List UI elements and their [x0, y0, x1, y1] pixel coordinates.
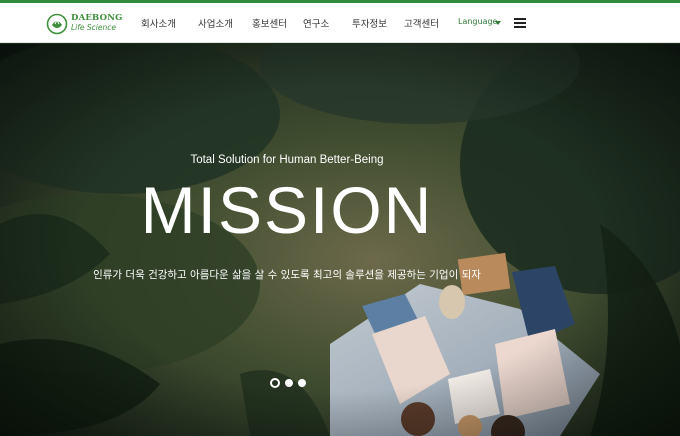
language-selector[interactable]: Language	[458, 17, 497, 26]
nav-item-company[interactable]: 회사소개	[141, 16, 176, 30]
logo-wordmark: DAEBONG	[71, 13, 123, 23]
hero-description: 인류가 더욱 건강하고 아름다운 삶을 살 수 있도록 최고의 솔루션을 제공하…	[93, 269, 481, 281]
nav-item-pr-center[interactable]: 홍보센터	[252, 16, 287, 30]
nav-item-customer[interactable]: 고객센터	[404, 16, 439, 30]
site-logo[interactable]: DAEBONG Life Science	[46, 12, 122, 36]
logo-subtitle: Life Science	[71, 23, 116, 32]
slide-dot-3[interactable]	[298, 379, 306, 387]
leaf-circle-logo-icon	[46, 13, 68, 35]
slide-dot-2[interactable]	[285, 379, 293, 387]
slide-dot-1[interactable]	[270, 378, 280, 388]
hamburger-menu-icon[interactable]	[514, 18, 526, 28]
nav-item-investor[interactable]: 투자정보	[352, 16, 387, 30]
nav-item-research[interactable]: 연구소	[303, 16, 329, 30]
hero-title: MISSION	[140, 173, 434, 247]
nav-item-business[interactable]: 사업소개	[198, 16, 233, 30]
hero-banner: Total Solution for Human Better-Being MI…	[0, 44, 680, 436]
hero-tagline: Total Solution for Human Better-Being	[190, 154, 384, 166]
site-header: DAEBONG Life Science 회사소개 사업소개 홍보센터 연구소 …	[0, 3, 680, 43]
caret-down-icon[interactable]	[495, 21, 501, 25]
slider-pagination	[270, 378, 310, 389]
